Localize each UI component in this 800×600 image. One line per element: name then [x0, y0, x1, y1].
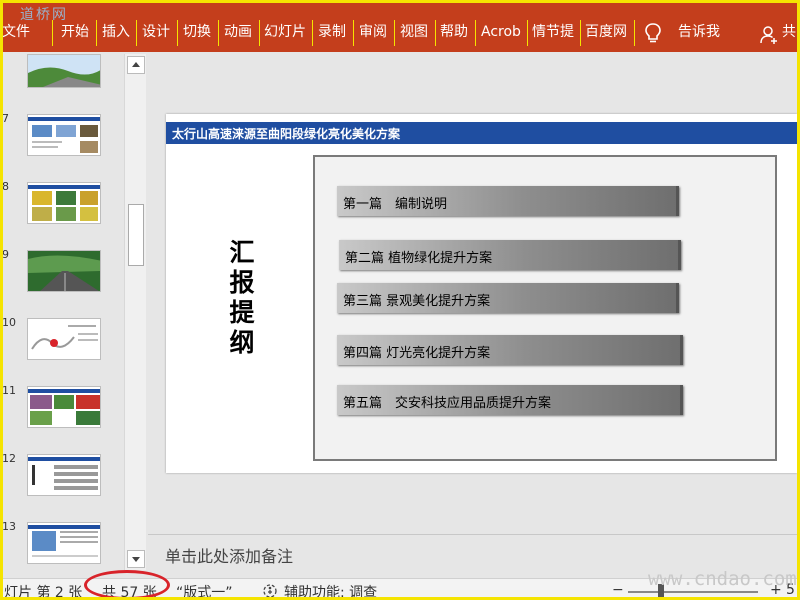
ribbon: 道桥网 文件 开始 插入 设计 切换 动画 幻灯片 录制 审阅 视图 帮助 Ac… [0, 0, 800, 52]
slide-title: 太行山高速涞源至曲阳段绿化亮化美化方案 [172, 127, 401, 141]
thumbnail-number: 9 [2, 248, 9, 261]
slide-thumbnail[interactable] [27, 454, 101, 496]
tab-baidu[interactable]: 百度网 [585, 22, 632, 42]
thumbnail-number: 11 [2, 384, 16, 397]
tab-transitions[interactable]: 切换 [183, 22, 211, 42]
accessibility-icon[interactable] [262, 583, 278, 599]
tell-me-box[interactable]: 告诉我 [678, 22, 720, 42]
chevron-up-icon [132, 62, 140, 67]
slide-thumbnail[interactable] [27, 522, 101, 564]
chevron-down-icon [132, 557, 140, 562]
thumbnail-number: 10 [2, 316, 16, 329]
watermark-url: www.cndao.com [648, 568, 797, 590]
thumbnail-number: 12 [2, 452, 16, 465]
tab-animations[interactable]: 动画 [224, 22, 252, 42]
tab-design[interactable]: 设计 [142, 22, 170, 42]
slide-canvas[interactable]: 太行山高速涞源至曲阳段绿化亮化美化方案 汇报提纲 第一篇 编制说明 第二篇 植物… [166, 114, 797, 473]
slide-header-bar: 太行山高速涞源至曲阳段绿化亮化美化方案 [166, 122, 797, 144]
thumbnail-scrollbar[interactable] [124, 54, 146, 570]
slide-thumbnail[interactable] [27, 318, 101, 360]
scroll-down-button[interactable] [127, 550, 145, 568]
tab-help[interactable]: 帮助 [440, 22, 468, 42]
accessibility-status[interactable]: 辅助功能: 调查 [284, 582, 377, 600]
notes-placeholder[interactable]: 单击此处添加备注 [165, 543, 293, 567]
slide-thumbnail[interactable] [27, 386, 101, 428]
slide-vertical-heading[interactable]: 汇报提纲 [224, 238, 260, 358]
tab-file[interactable]: 文件 [2, 22, 30, 42]
watermark-logo: 道桥网 [20, 7, 68, 23]
tab-slideshow[interactable]: 幻灯片 [264, 22, 306, 42]
annotation-circle [84, 570, 170, 600]
chapter-item[interactable]: 第二篇 植物绿化提升方案 [339, 240, 681, 270]
chapter-item[interactable]: 第五篇 交安科技应用品质提升方案 [337, 385, 683, 415]
share-user-icon[interactable] [760, 25, 780, 45]
tab-record[interactable]: 录制 [318, 22, 346, 42]
tab-acrobat[interactable]: Acrob [481, 22, 525, 42]
thumbnail-number: 13 [2, 520, 16, 533]
tab-storyline[interactable]: 情节提 [532, 22, 579, 42]
lightbulb-icon[interactable] [644, 22, 662, 44]
tab-view[interactable]: 视图 [400, 22, 428, 42]
thumbnail-pane: 7 8 9 10 11 12 13 [0, 52, 128, 578]
chapter-item[interactable]: 第三篇 景观美化提升方案 [337, 283, 679, 313]
zoom-out-button[interactable]: − [612, 582, 624, 598]
scroll-up-button[interactable] [127, 56, 145, 74]
scroll-thumb[interactable] [128, 204, 144, 266]
chapter-item[interactable]: 第四篇 灯光亮化提升方案 [337, 335, 683, 365]
tab-home[interactable]: 开始 [61, 22, 89, 42]
tab-review[interactable]: 审阅 [359, 22, 387, 42]
slide-counter[interactable]: 灯片 第 2 张 [4, 582, 82, 600]
tab-insert[interactable]: 插入 [102, 22, 130, 42]
layout-name: “版式一” [176, 585, 233, 600]
zoom-slider-track[interactable] [628, 591, 758, 593]
thumbnail-number: 7 [2, 112, 9, 125]
slide-thumbnail[interactable] [27, 250, 101, 292]
slide-thumbnail[interactable] [27, 182, 101, 224]
slide-outline-panel[interactable]: 第一篇 编制说明 第二篇 植物绿化提升方案 第三篇 景观美化提升方案 第四篇 灯… [313, 155, 777, 461]
share-button[interactable]: 共 [782, 22, 796, 42]
thumbnail-number: 8 [2, 180, 9, 193]
chapter-item[interactable]: 第一篇 编制说明 [337, 186, 679, 216]
slide-thumbnail[interactable] [27, 54, 101, 88]
slide-thumbnail[interactable] [27, 114, 101, 156]
